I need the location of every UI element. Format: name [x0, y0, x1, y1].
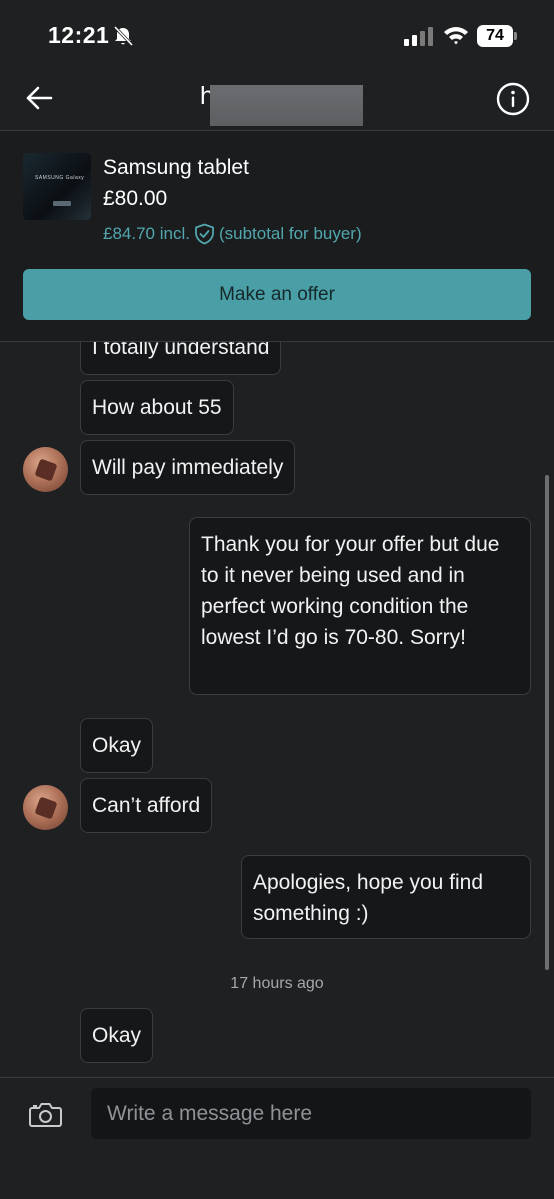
name-redaction — [210, 85, 363, 126]
message-received: Okay — [80, 718, 154, 773]
make-offer-button[interactable]: Make an offer — [23, 269, 531, 320]
message-sent: Apologies, hope you find something :) — [241, 855, 531, 939]
battery-icon: 74 — [477, 25, 517, 47]
signal-icon — [404, 27, 433, 46]
battery-level: 74 — [477, 25, 513, 47]
avatar[interactable] — [23, 785, 68, 830]
camera-icon[interactable] — [29, 1100, 62, 1128]
message-received: Will pay immediately — [80, 440, 296, 495]
battery-tip — [514, 32, 517, 40]
message-received: How about 55 — [80, 380, 234, 435]
message-input[interactable] — [91, 1088, 531, 1139]
message-composer — [0, 1078, 554, 1199]
thumb-tag — [53, 201, 71, 206]
status-bar: 12:21 74 — [0, 0, 554, 68]
status-time: 12:21 — [48, 22, 110, 48]
message-received: Can’t afford — [80, 778, 213, 833]
shield-check-icon — [195, 223, 214, 245]
info-icon[interactable] — [496, 82, 530, 116]
message-timestamp: 17 hours ago — [230, 975, 324, 992]
scrollbar[interactable] — [545, 475, 549, 970]
item-price: £80.00 — [103, 187, 168, 210]
item-title[interactable]: Samsung tablet — [103, 156, 249, 180]
price-incl: £84.70 incl. — [103, 224, 190, 243]
chat-header: h — [0, 68, 554, 130]
thumb-label: SAMSUNG Galaxy — [35, 175, 85, 181]
message-list[interactable]: I totally understand How about 55 Will p… — [0, 342, 554, 1077]
message-received: Okay — [80, 1008, 154, 1063]
buyer-subtotal[interactable]: £84.70 incl. (subtotal for buyer) — [103, 223, 362, 245]
item-thumbnail[interactable]: SAMSUNG Galaxy — [23, 153, 91, 220]
message-sent: Thank you for your offer but due to it n… — [189, 517, 531, 695]
message-received: I totally understand — [80, 342, 282, 375]
back-arrow-icon[interactable] — [24, 82, 56, 114]
subtotal-note: (subtotal for buyer) — [218, 224, 362, 243]
item-summary: SAMSUNG Galaxy Samsung tablet £80.00 £84… — [0, 131, 554, 341]
avatar[interactable] — [23, 447, 68, 492]
wifi-icon — [444, 27, 468, 45]
bell-muted-icon — [113, 25, 134, 47]
